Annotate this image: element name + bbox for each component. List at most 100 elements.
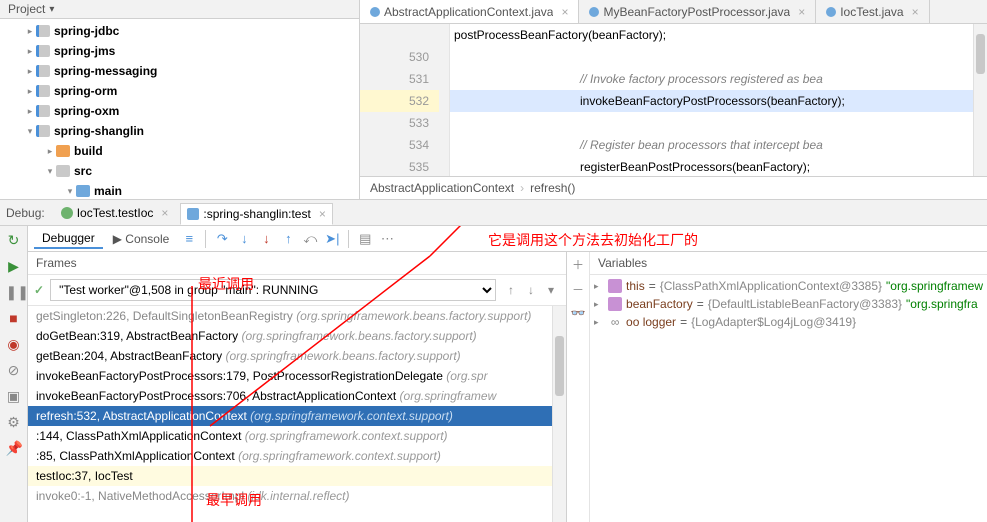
evaluate-icon[interactable]: ▤	[355, 229, 375, 249]
breadcrumb-class[interactable]: AbstractApplicationContext	[370, 181, 514, 195]
tree-arrow-icon[interactable]	[24, 26, 36, 37]
editor-scrollbar[interactable]	[973, 24, 987, 176]
tree-node[interactable]: main	[0, 181, 359, 199]
tree-arrow-icon[interactable]	[24, 126, 36, 137]
expand-icon[interactable]: ▸	[594, 317, 604, 328]
variable-row[interactable]: ▸∞oo logger = {LogAdapter$Log4jLog@3419}	[590, 313, 987, 331]
next-frame-icon[interactable]: ↓	[522, 283, 540, 297]
pause-icon[interactable]: ❚❚	[6, 284, 22, 300]
tree-node[interactable]: spring-oxm	[0, 101, 359, 121]
debugger-toolbar: Debugger ▶ Console ≡ ↷ ↓ ↓ ↑ ⤺ ➤| ▤ ⋯ 它是…	[28, 226, 987, 252]
frames-panel: Frames ✓ "Test worker"@1,508 in group "m…	[28, 252, 567, 522]
remove-watch-icon[interactable]: －	[570, 281, 586, 298]
line-number[interactable]: 534	[360, 134, 439, 156]
tree-node[interactable]: spring-orm	[0, 81, 359, 101]
mute-breakpoints-icon[interactable]: ⊘	[6, 362, 22, 378]
tree-arrow-icon[interactable]	[64, 186, 76, 197]
run-to-cursor-icon[interactable]: ➤|	[322, 229, 342, 249]
tree-arrow-icon[interactable]	[24, 106, 36, 117]
code-line[interactable]	[450, 112, 987, 134]
line-number[interactable]: 532	[360, 90, 439, 112]
rerun-icon[interactable]: ↻	[6, 232, 22, 248]
code-line[interactable]: // Invoke factory processors registered …	[450, 68, 987, 90]
line-number[interactable]: 535	[360, 156, 439, 176]
filter-icon[interactable]: ▾	[542, 283, 560, 297]
code-line[interactable]: // Register bean processors that interce…	[450, 134, 987, 156]
add-watch-icon[interactable]: ＋	[570, 256, 586, 273]
tab-console[interactable]: ▶ Console	[105, 230, 178, 248]
variable-row[interactable]: ▸beanFactory = {DefaultListableBeanFacto…	[590, 295, 987, 313]
tree-node[interactable]: build	[0, 141, 359, 161]
drop-frame-icon[interactable]: ⤺	[300, 229, 320, 249]
thread-select[interactable]: "Test worker"@1,508 in group "main": RUN…	[50, 279, 496, 301]
tree-node[interactable]: spring-jdbc	[0, 21, 359, 41]
line-number[interactable]: 530	[360, 46, 439, 68]
settings-icon[interactable]: ⚙	[6, 414, 22, 430]
debug-session-tab[interactable]: IocTest.testIoc×	[55, 202, 175, 224]
stack-frame[interactable]: :144, ClassPathXmlApplicationContext (or…	[28, 426, 566, 446]
step-over-icon[interactable]: ↷	[212, 229, 232, 249]
stack-frame[interactable]: invokeBeanFactoryPostProcessors:706, Abs…	[28, 386, 566, 406]
close-icon[interactable]: ×	[912, 5, 919, 19]
trace-icon[interactable]: ⋯	[377, 229, 397, 249]
step-out-icon[interactable]: ↑	[278, 229, 298, 249]
pin-icon[interactable]: 📌	[6, 440, 22, 456]
stack-frame[interactable]: getSingleton:226, DefaultSingletonBeanRe…	[28, 306, 566, 326]
breadcrumb-method[interactable]: refresh()	[530, 181, 575, 195]
force-step-into-icon[interactable]: ↓	[256, 229, 276, 249]
breadcrumb[interactable]: AbstractApplicationContext › refresh()	[360, 176, 987, 199]
tree-arrow-icon[interactable]	[24, 46, 36, 57]
variable-name: this	[626, 279, 645, 293]
code-line[interactable]: invokeBeanFactoryPostProcessors(beanFact…	[450, 90, 987, 112]
line-number[interactable]: 531	[360, 68, 439, 90]
prev-frame-icon[interactable]: ↑	[502, 283, 520, 297]
stack-frame[interactable]: :85, ClassPathXmlApplicationContext (org…	[28, 446, 566, 466]
tree-node[interactable]: spring-messaging	[0, 61, 359, 81]
debug-session-tab[interactable]: :spring-shanglin:test×	[180, 203, 332, 225]
code-line[interactable]	[450, 46, 987, 68]
resume-icon[interactable]: ▶	[6, 258, 22, 274]
stack-frame[interactable]: refresh:532, AbstractApplicationContext …	[28, 406, 566, 426]
tree-arrow-icon[interactable]	[24, 66, 36, 77]
tree-node[interactable]: spring-jms	[0, 41, 359, 61]
stop-icon[interactable]: ■	[6, 310, 22, 326]
code-lines[interactable]: postProcessBeanFactory(beanFactory); // I…	[450, 24, 987, 176]
close-icon[interactable]: ×	[798, 5, 805, 19]
view-breakpoints-icon[interactable]: ◉	[6, 336, 22, 352]
editor-tab[interactable]: AbstractApplicationContext.java×	[360, 0, 579, 23]
stack-frame[interactable]: invoke0:-1, NativeMethodAccessorImpl (jd…	[28, 486, 566, 506]
scrollbar-thumb[interactable]	[976, 34, 985, 74]
tree-arrow-icon[interactable]	[44, 146, 56, 157]
frames-scrollbar[interactable]	[552, 306, 566, 522]
close-icon[interactable]: ×	[319, 207, 326, 221]
threads-icon[interactable]: ≡	[179, 229, 199, 249]
tree-node[interactable]: spring-shanglin	[0, 121, 359, 141]
camera-icon[interactable]: ▣	[6, 388, 22, 404]
stack-frame[interactable]: invokeBeanFactoryPostProcessors:179, Pos…	[28, 366, 566, 386]
frame-package: (org.springframework.context.support)	[245, 429, 448, 443]
line-number[interactable]	[360, 24, 439, 46]
step-into-icon[interactable]: ↓	[234, 229, 254, 249]
code-line[interactable]: registerBeanPostProcessors(beanFactory);	[450, 156, 987, 176]
stack-frame[interactable]: doGetBean:319, AbstractBeanFactory (org.…	[28, 326, 566, 346]
tree-node[interactable]: src	[0, 161, 359, 181]
divider	[348, 230, 349, 248]
tab-label: IocTest.java	[840, 5, 903, 19]
project-header[interactable]: Project ▾	[0, 0, 359, 19]
scrollbar-thumb[interactable]	[555, 336, 564, 396]
close-icon[interactable]: ×	[161, 206, 168, 220]
expand-icon[interactable]: ▸	[594, 281, 604, 292]
editor-tab[interactable]: MyBeanFactoryPostProcessor.java×	[579, 0, 816, 23]
tree-arrow-icon[interactable]	[24, 86, 36, 97]
watches-icon[interactable]: 👓	[570, 306, 586, 320]
variable-row[interactable]: ▸this = {ClassPathXmlApplicationContext@…	[590, 277, 987, 295]
editor-tab[interactable]: IocTest.java ×	[816, 0, 929, 23]
code-line[interactable]: postProcessBeanFactory(beanFactory);	[450, 24, 987, 46]
tab-debugger[interactable]: Debugger	[34, 229, 103, 249]
line-number[interactable]: 533	[360, 112, 439, 134]
stack-frame[interactable]: testIoc:37, IocTest	[28, 466, 566, 486]
tree-arrow-icon[interactable]	[44, 166, 56, 177]
stack-frame[interactable]: getBean:204, AbstractBeanFactory (org.sp…	[28, 346, 566, 366]
expand-icon[interactable]: ▸	[594, 299, 604, 310]
close-icon[interactable]: ×	[561, 5, 568, 19]
